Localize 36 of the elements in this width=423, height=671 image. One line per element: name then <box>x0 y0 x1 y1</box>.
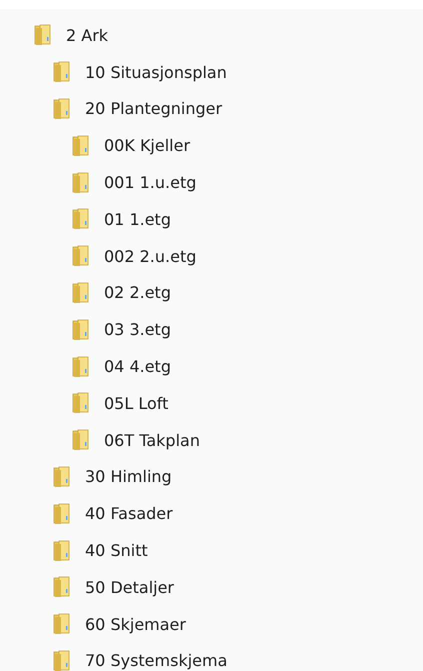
folder-icon <box>52 466 71 488</box>
folder-icon <box>71 245 90 268</box>
folder-icon <box>33 24 52 46</box>
folder-icon <box>52 576 71 598</box>
folder-name[interactable]: 40 Snitt <box>85 541 148 560</box>
folder-icon <box>71 318 90 341</box>
folder-icon <box>52 540 71 562</box>
folder-name[interactable]: 002 2.u.etg <box>104 246 196 266</box>
folder-name[interactable]: 001 1.u.etg <box>104 173 196 192</box>
folder-icon <box>52 613 71 636</box>
folder-icon <box>71 429 90 452</box>
folder-name[interactable]: 04 4.etg <box>104 357 171 376</box>
folder-icon <box>71 134 90 157</box>
folder-name[interactable]: 06T Takplan <box>104 430 200 450</box>
folder-name[interactable]: 60 Skjemaer <box>85 614 186 634</box>
folder-name[interactable]: 05L Loft <box>104 394 168 413</box>
folder-icon <box>52 61 71 84</box>
folder-name[interactable]: 50 Detaljer <box>85 578 174 597</box>
folder-name[interactable]: 30 Himling <box>85 467 172 486</box>
folder-icon <box>52 502 71 525</box>
folder-icon <box>71 392 90 414</box>
folder-icon <box>71 356 90 378</box>
folder-name[interactable]: 01 1.etg <box>104 210 171 229</box>
folder-name[interactable]: 40 Fasader <box>85 504 173 524</box>
folder-icon <box>52 98 71 120</box>
folder-name[interactable]: 00K Kjeller <box>104 136 190 156</box>
folder-name[interactable]: 2 Ark <box>66 26 108 45</box>
folder-icon <box>71 172 90 194</box>
folder-name[interactable]: 10 Situasjonsplan <box>85 62 227 82</box>
folder-name[interactable]: 70 Systemskjema <box>85 651 228 670</box>
folder-name[interactable]: 03 3.etg <box>104 320 171 340</box>
folder-name[interactable]: 02 2.etg <box>104 283 171 302</box>
folder-name[interactable]: 20 Plantegninger <box>85 99 222 118</box>
folder-icon <box>71 282 90 304</box>
folder-icon <box>52 650 71 671</box>
folder-icon <box>71 208 90 230</box>
